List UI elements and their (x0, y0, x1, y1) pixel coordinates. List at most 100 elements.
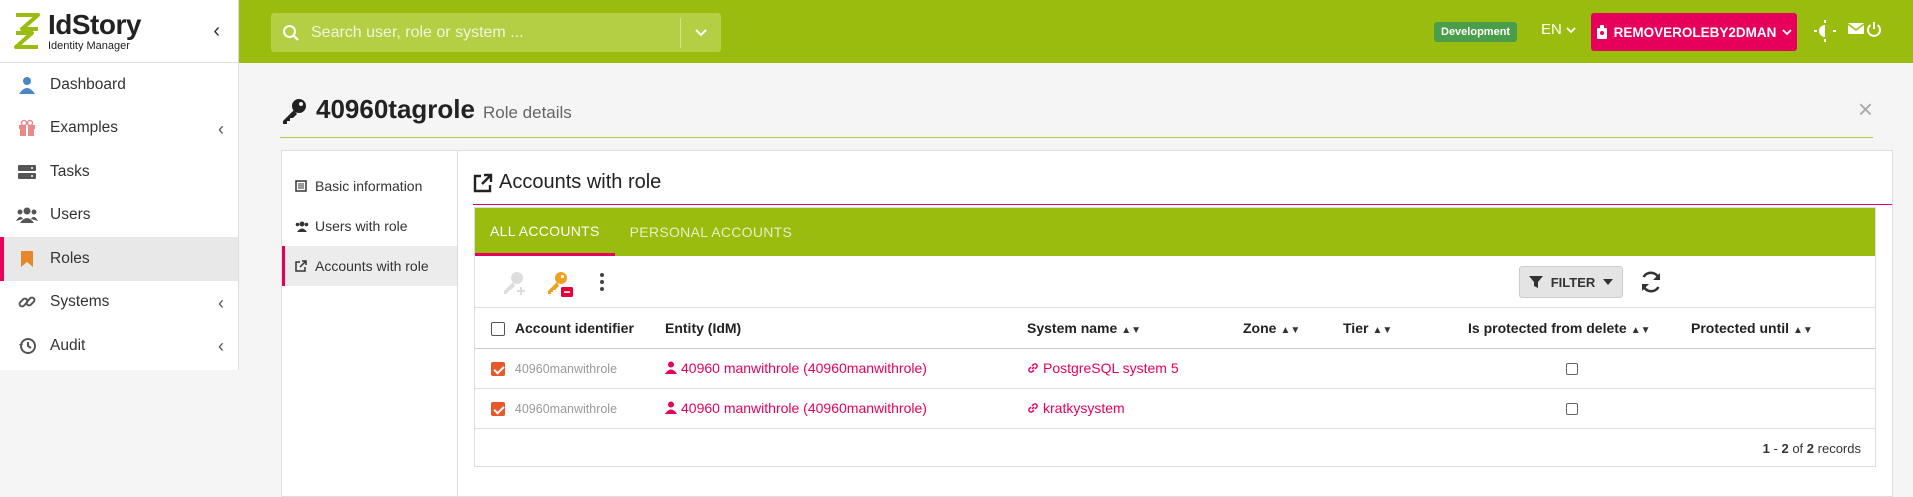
search-dropdown-chevron-icon[interactable] (681, 28, 721, 38)
add-account-key-icon[interactable] (501, 270, 529, 301)
column-header-account-identifier: Account identifier (514, 319, 634, 336)
chevron-down-icon (1782, 29, 1793, 36)
table-toolbar: FILTER (475, 256, 1875, 308)
more-vertical-icon[interactable] (599, 272, 605, 297)
page-from: 1 (1762, 441, 1770, 456)
system-link[interactable]: PostgreSQL system 5 (1027, 348, 1243, 389)
table-row[interactable]: 40960manwithrole 40960 manwithrole (4096… (475, 348, 1875, 389)
filter-funnel-icon (1528, 276, 1543, 288)
brand: IdStory Identity Manager ‹ (0, 0, 238, 63)
role-bookmark-icon (16, 249, 38, 269)
gift-icon (16, 118, 38, 138)
accounts-section: Accounts with role ALL ACCOUNTS PERSONAL… (473, 151, 1892, 497)
tier-cell (1343, 388, 1468, 429)
column-header-label: Protected until (1691, 319, 1790, 336)
records-word: records (1817, 441, 1861, 456)
sort-icon[interactable]: ▲▼ (1631, 325, 1651, 336)
sidebar-item-examples[interactable]: Examples ‹ (0, 107, 238, 151)
select-all-checkbox[interactable] (491, 321, 505, 336)
user-menu-button[interactable]: REMOVEROLEBY2DMAN (1591, 13, 1797, 51)
power-icon[interactable] (1866, 21, 1882, 37)
protected-checkbox (1566, 403, 1578, 416)
key-icon (283, 99, 306, 124)
column-header-tier[interactable]: Tier ▲▼ (1343, 308, 1468, 349)
sidebar: IdStory Identity Manager ‹ Dashboard Exa… (0, 0, 239, 370)
refresh-icon[interactable] (1639, 270, 1663, 299)
entity-name: 40960 manwithrole (40960manwithrole) (681, 400, 927, 416)
column-header-label: Entity (IdM) (665, 319, 742, 336)
zone-cell (1243, 388, 1343, 429)
link-icon (1028, 403, 1038, 413)
account-identifier: 40960manwithrole (514, 401, 618, 416)
column-header-zone[interactable]: Zone ▲▼ (1243, 308, 1343, 349)
subnav-item-users-with-role[interactable]: Users with role (282, 206, 457, 246)
accounts-tabs-card: ALL ACCOUNTS PERSONAL ACCOUNTS FILTER Ac… (474, 207, 1876, 467)
table-row[interactable]: 40960manwithrole 40960 manwithrole (4096… (475, 388, 1875, 429)
search-box[interactable] (271, 13, 721, 52)
chevron-left-icon: ‹ (218, 292, 224, 313)
brand-subtitle: Identity Manager (48, 39, 130, 52)
sidebar-item-label: Audit (50, 336, 86, 354)
theme-toggle-icon[interactable] (1814, 20, 1836, 47)
protected-until-cell (1691, 388, 1875, 429)
sidebar-item-label: Roles (50, 249, 90, 267)
column-header-is-protected[interactable]: Is protected from delete ▲▼ (1468, 308, 1691, 349)
entity-link[interactable]: 40960 manwithrole (40960manwithrole) (665, 348, 1027, 389)
role-detail-panel: Basic information Users with role Accoun… (281, 150, 1893, 497)
section-title: Accounts with role (473, 161, 1892, 205)
account-identifier: 40960manwithrole (514, 361, 618, 376)
users-icon (16, 205, 38, 225)
sidebar-item-audit[interactable]: Audit ‹ (0, 324, 238, 368)
sidebar-item-label: Users (50, 206, 91, 224)
system-link[interactable]: kratkysystem (1027, 388, 1243, 429)
sidebar-item-systems[interactable]: Systems ‹ (0, 281, 238, 325)
user-icon (16, 75, 38, 95)
collapse-sidebar-icon[interactable]: ‹ (213, 20, 220, 43)
environment-badge: Development (1434, 22, 1518, 42)
sidebar-item-label: Dashboard (50, 75, 126, 93)
tab-personal-accounts[interactable]: PERSONAL ACCOUNTS (615, 208, 808, 256)
detail-subnav: Basic information Users with role Accoun… (282, 151, 458, 497)
tab-all-accounts[interactable]: ALL ACCOUNTS (475, 208, 615, 256)
link-icon (16, 292, 38, 312)
user-icon (665, 401, 677, 414)
remove-account-key-icon[interactable] (545, 270, 575, 303)
row-checkbox[interactable] (491, 402, 505, 417)
subnav-item-accounts-with-role[interactable]: Accounts with role (282, 246, 457, 286)
search-icon (271, 24, 311, 42)
sort-icon[interactable]: ▲▼ (1121, 325, 1141, 336)
page-subtitle: Role details (482, 103, 572, 122)
language-selector[interactable]: EN (1541, 21, 1576, 38)
subnav-item-label: Basic information (315, 178, 423, 194)
link-icon (1028, 363, 1038, 373)
entity-link[interactable]: 40960 manwithrole (40960manwithrole) (665, 388, 1027, 429)
external-link-icon (295, 260, 309, 272)
user-name: REMOVEROLEBY2DMAN (1613, 24, 1777, 40)
search-input[interactable] (311, 23, 680, 42)
page-header: 40960tagrole Role details × (280, 90, 1873, 138)
sort-icon[interactable]: ▲▼ (1372, 325, 1392, 336)
filter-button[interactable]: FILTER (1519, 266, 1623, 298)
column-header-protected-until[interactable]: Protected until ▲▼ (1691, 308, 1875, 349)
close-icon[interactable]: × (1858, 94, 1873, 125)
column-header-system-name[interactable]: System name ▲▼ (1027, 308, 1243, 349)
subnav-item-basic-information[interactable]: Basic information (282, 166, 457, 206)
sidebar-item-tasks[interactable]: Tasks (0, 150, 238, 194)
envelope-icon[interactable] (1848, 21, 1864, 35)
chevron-left-icon: ‹ (218, 118, 224, 139)
system-name: kratkysystem (1043, 400, 1125, 416)
tasks-icon (16, 162, 38, 182)
column-header-label: Is protected from delete (1468, 319, 1627, 336)
table-header-row: Account identifier Entity (IdM) System n… (475, 308, 1875, 349)
external-link-icon (473, 173, 493, 192)
sidebar-item-dashboard[interactable]: Dashboard (0, 63, 238, 107)
row-checkbox[interactable] (491, 362, 505, 377)
chevron-left-icon: ‹ (218, 336, 224, 356)
sort-icon[interactable]: ▲▼ (1280, 325, 1300, 336)
of-word: of (1792, 441, 1804, 456)
sidebar-item-users[interactable]: Users (0, 194, 238, 238)
sort-icon[interactable]: ▲▼ (1793, 325, 1813, 336)
system-name: PostgreSQL system 5 (1043, 360, 1179, 376)
sidebar-item-label: Systems (50, 293, 110, 311)
sidebar-item-roles[interactable]: Roles (0, 237, 238, 281)
